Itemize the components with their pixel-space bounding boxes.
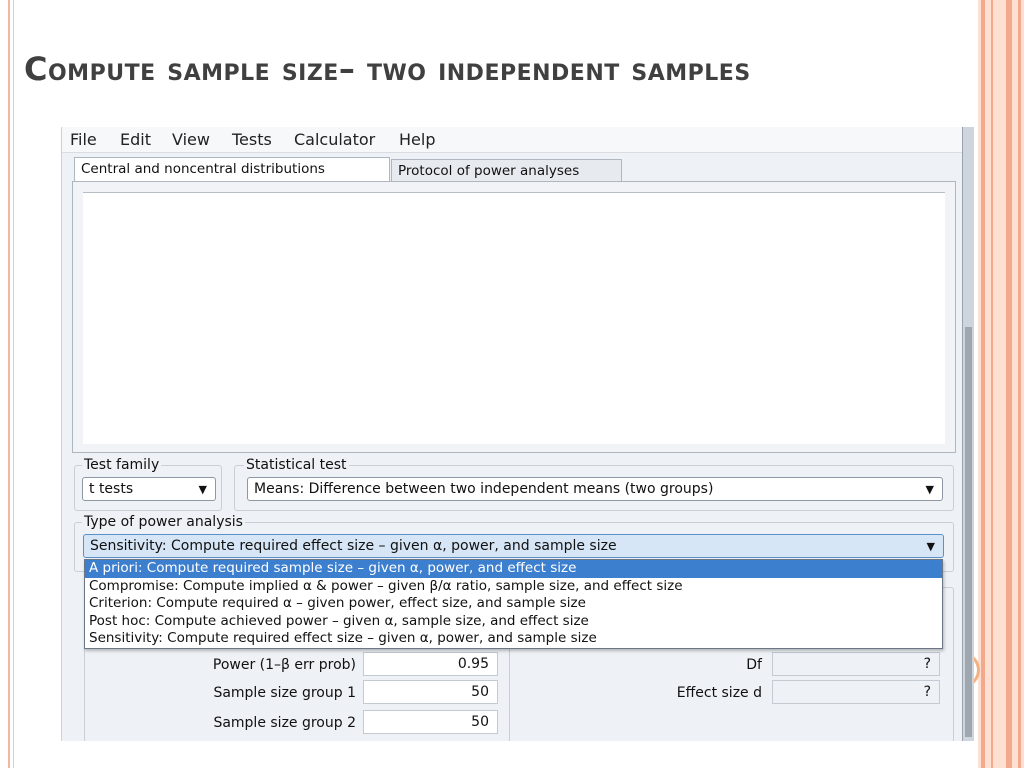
option-compromise[interactable]: Compromise: Compute implied α & power – … [85, 578, 942, 596]
test-family-select[interactable]: t tests ▼ [82, 477, 216, 501]
slide-stripe [991, 0, 993, 768]
sample-size-group1-label: Sample size group 1 [213, 685, 356, 701]
power-analysis-value: Sensitivity: Compute required effect siz… [90, 538, 617, 554]
sample-size-group2-input[interactable]: 50 [363, 710, 498, 734]
effect-size-d-output: ? [772, 680, 940, 704]
chevron-down-icon: ▼ [198, 483, 207, 496]
statistical-test-select[interactable]: Means: Difference between two independen… [247, 477, 943, 501]
menu-edit[interactable]: Edit [120, 130, 151, 149]
chevron-down-icon: ▼ [925, 483, 934, 496]
menu-view[interactable]: View [172, 130, 210, 149]
sample-size-group2-label: Sample size group 2 [213, 715, 356, 731]
slide-title: Compute sample size– two independent sam… [24, 50, 751, 88]
power-analysis-label: Type of power analysis [82, 514, 245, 530]
sample-size-group1-input[interactable]: 50 [363, 680, 498, 704]
option-a-priori[interactable]: A priori: Compute required sample size –… [85, 560, 942, 578]
statistical-test-value: Means: Difference between two independen… [254, 481, 714, 497]
test-family-value: t tests [89, 481, 134, 497]
distribution-plot-area [83, 192, 945, 444]
option-sensitivity[interactable]: Sensitivity: Compute required effect siz… [85, 630, 942, 648]
gpower-window: File Edit View Tests Calculator Help Cen… [61, 127, 974, 741]
effect-size-d-label: Effect size d [676, 685, 762, 701]
slide-left-border [8, 0, 14, 768]
tab-protocol[interactable]: Protocol of power analyses [391, 159, 622, 181]
scrollbar-thumb[interactable] [965, 327, 972, 737]
menu-bar: File Edit View Tests Calculator Help [62, 127, 962, 153]
option-post-hoc[interactable]: Post hoc: Compute achieved power – given… [85, 613, 942, 631]
power-analysis-dropdown-list: A priori: Compute required sample size –… [84, 559, 943, 649]
slide-stripe [981, 0, 985, 768]
menu-file[interactable]: File [70, 130, 97, 149]
df-output: ? [772, 652, 940, 676]
power-input[interactable]: 0.95 [363, 652, 498, 676]
slide-right-band [978, 0, 1024, 768]
menu-calculator[interactable]: Calculator [294, 130, 375, 149]
distribution-plot-panel [72, 181, 956, 453]
statistical-test-label: Statistical test [244, 457, 349, 473]
df-label: Df [746, 657, 762, 673]
slide-stripe [1018, 0, 1021, 768]
power-label: Power (1–β err prob) [212, 657, 356, 673]
test-family-label: Test family [82, 457, 162, 473]
slide-stripe [1006, 0, 1012, 768]
option-criterion[interactable]: Criterion: Compute required α – given po… [85, 595, 942, 613]
tab-distributions[interactable]: Central and noncentral distributions [74, 157, 390, 181]
power-analysis-select[interactable]: Sensitivity: Compute required effect siz… [83, 534, 944, 558]
window-scrollbar[interactable] [962, 127, 974, 741]
chevron-down-icon: ▼ [926, 540, 935, 553]
menu-help[interactable]: Help [399, 130, 435, 149]
menu-tests[interactable]: Tests [232, 130, 272, 149]
